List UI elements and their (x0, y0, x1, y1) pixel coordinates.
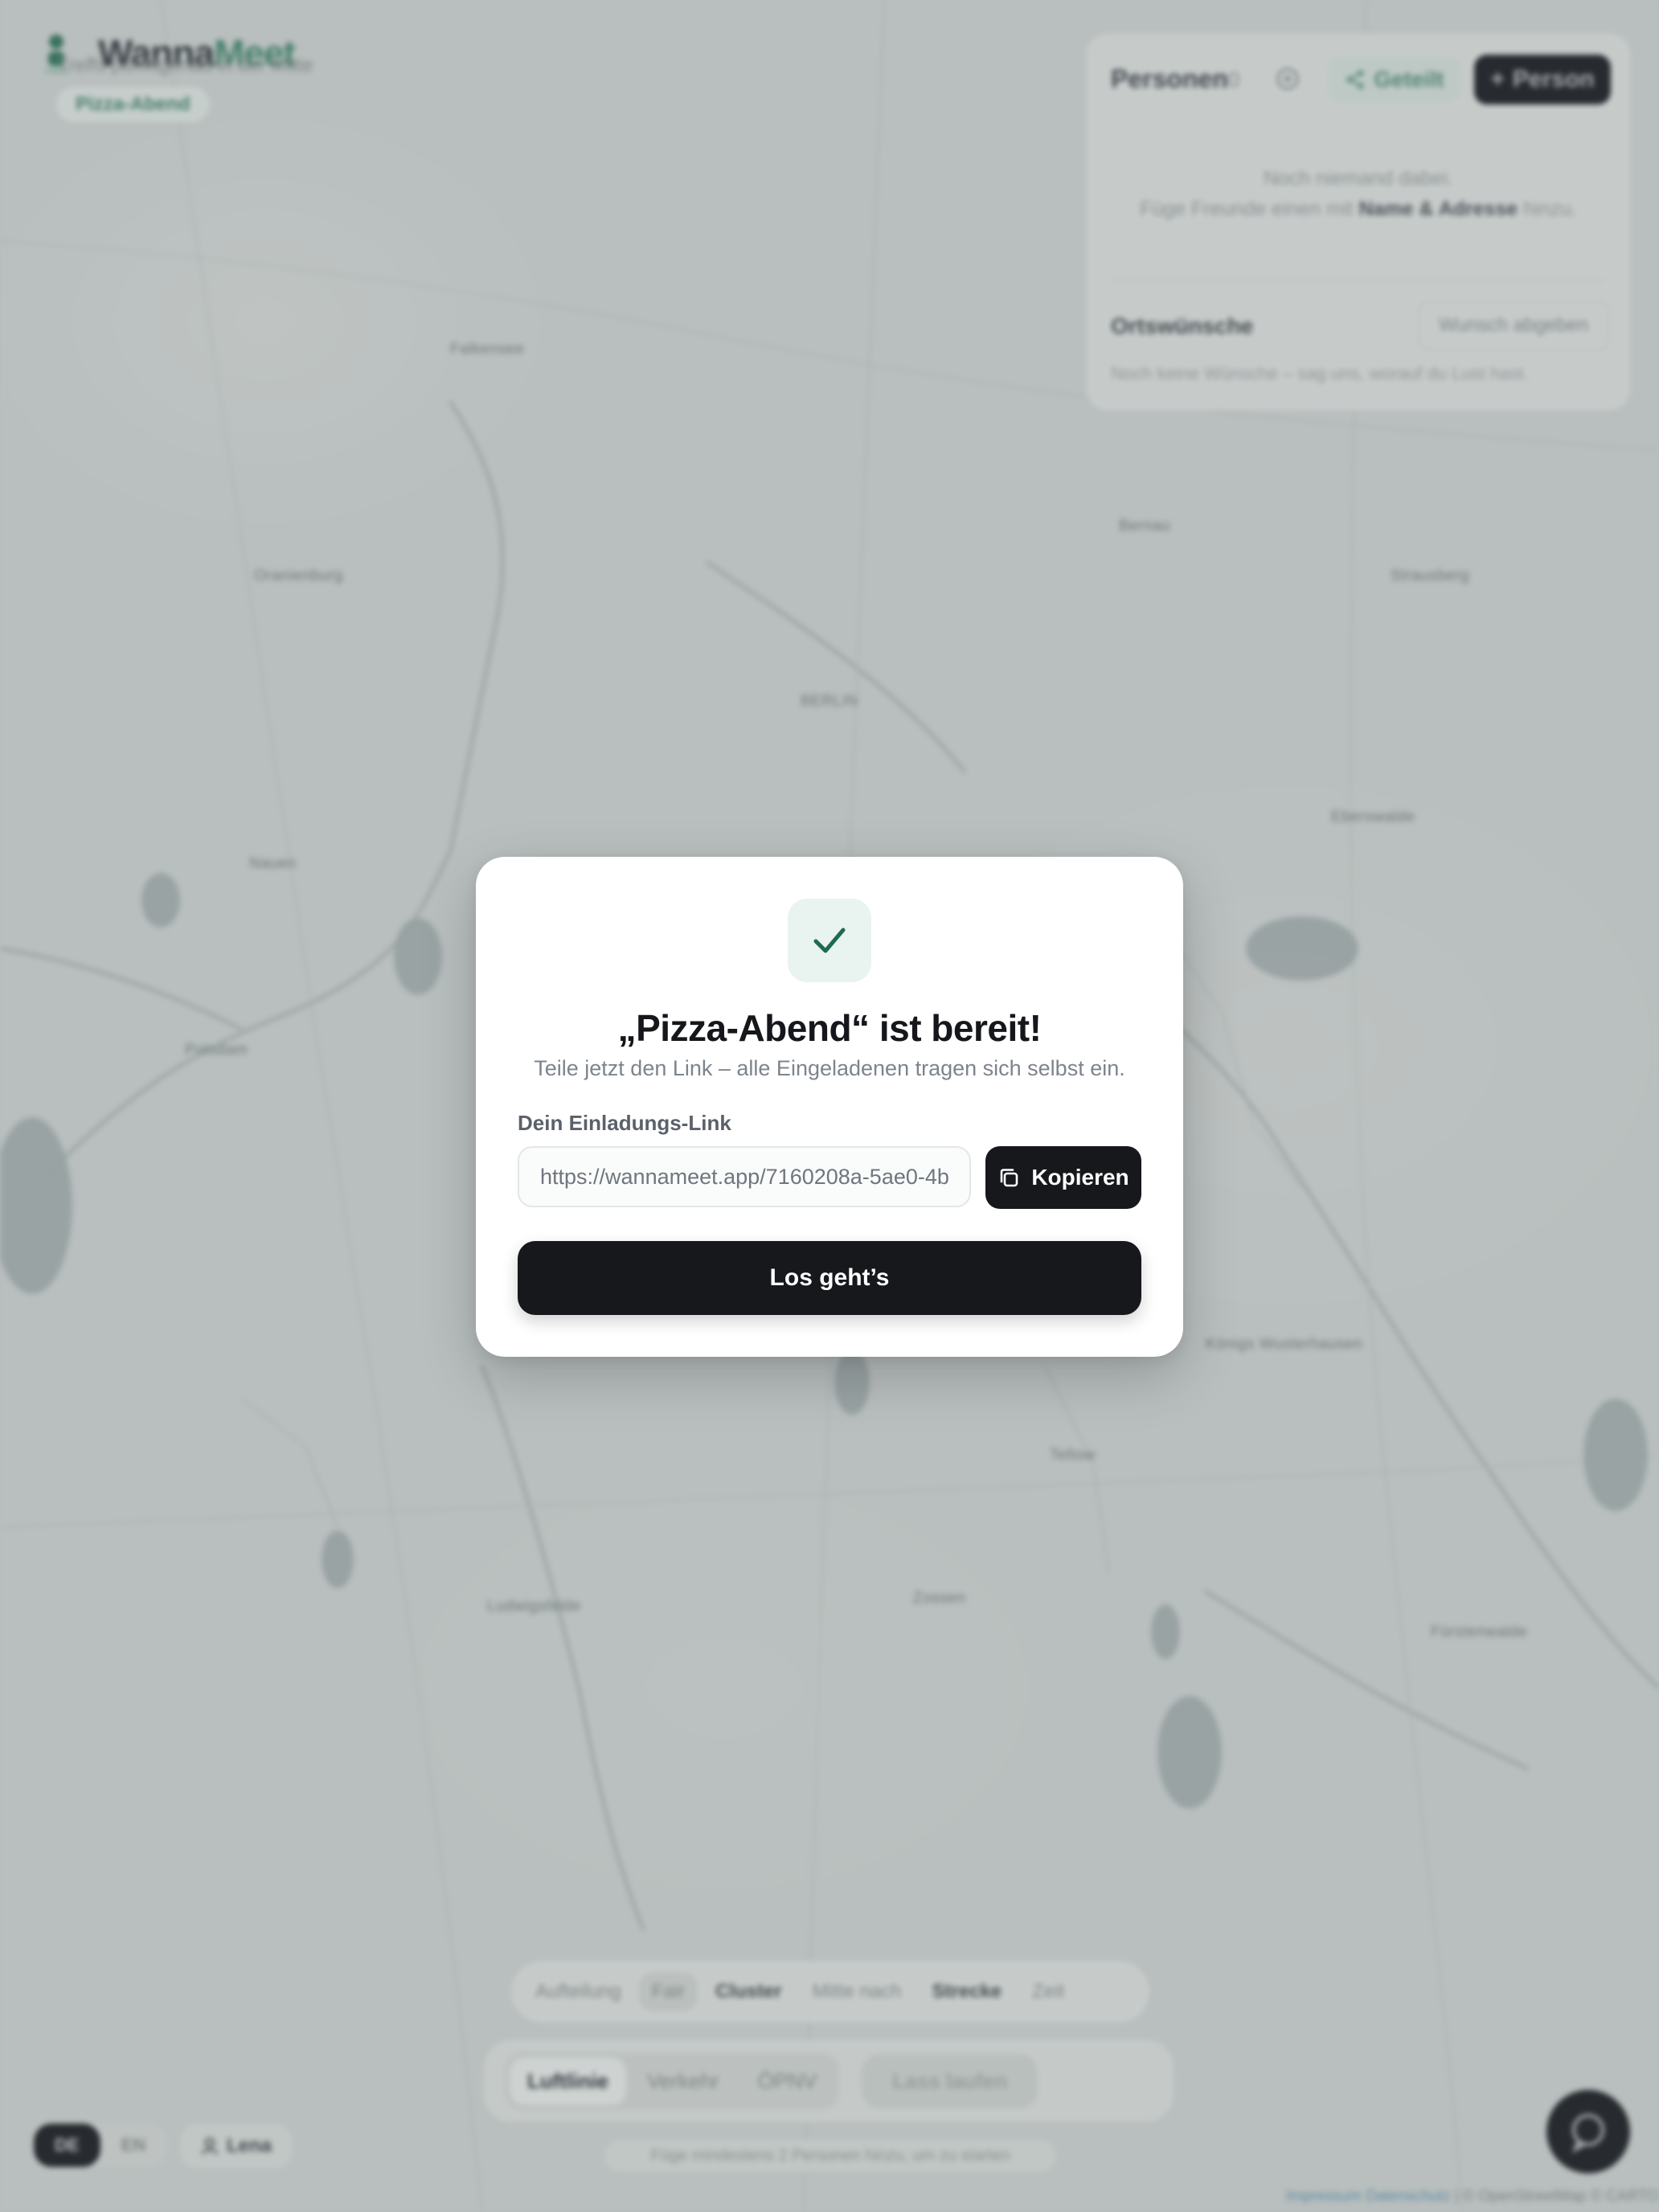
copy-link-label: Kopieren (1031, 1165, 1129, 1190)
dialog-subtitle: Teile jetzt den Link – alle Eingeladenen… (534, 1056, 1125, 1080)
copy-link-button[interactable]: Kopieren (985, 1146, 1141, 1209)
success-badge (788, 899, 871, 982)
event-ready-dialog: „Pizza-Abend“ ist bereit! Teile jetzt de… (476, 857, 1183, 1357)
copy-icon (1001, 1169, 1018, 1187)
check-icon (813, 928, 846, 953)
start-button[interactable]: Los geht’s (518, 1241, 1141, 1315)
invite-link-label: Dein Einladungs-Link (518, 1111, 731, 1135)
invite-link-field[interactable] (518, 1146, 971, 1207)
dialog-title: „Pizza-Abend“ ist bereit! (617, 1007, 1042, 1049)
